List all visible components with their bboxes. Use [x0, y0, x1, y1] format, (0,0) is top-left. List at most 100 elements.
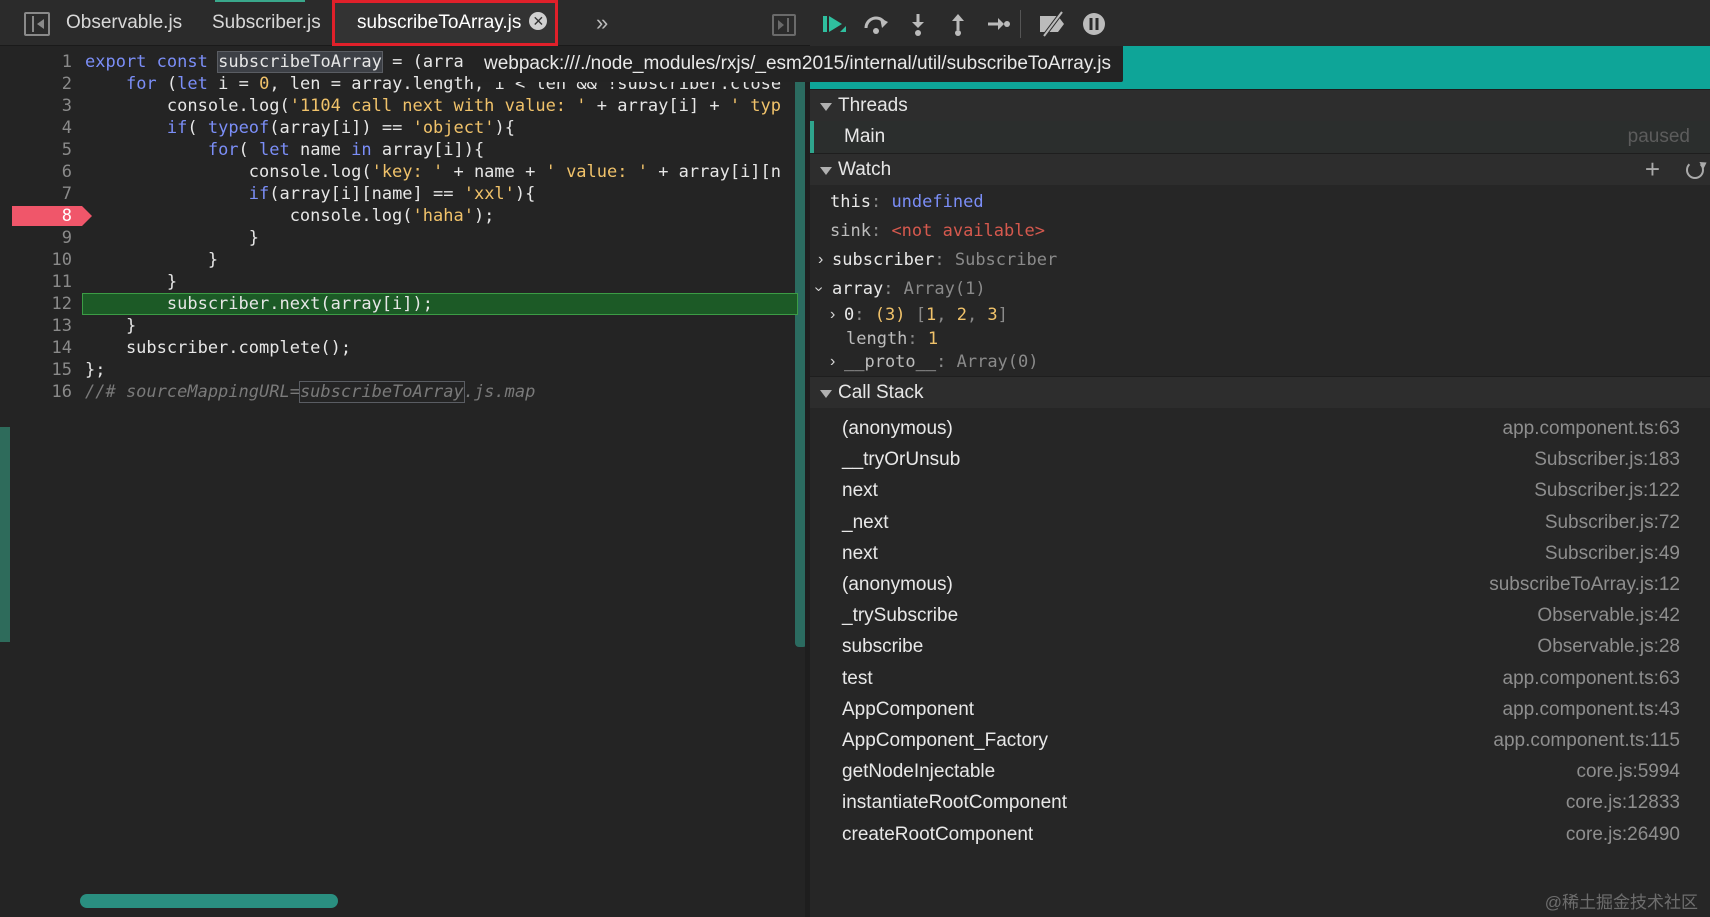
watermark: @稀土掘金技术社区	[1544, 893, 1698, 912]
call-stack-frame[interactable]: _next Subscriber.js:72	[810, 506, 1710, 540]
code-editor[interactable]: 1 export const subscribeToArray = (arra 2…	[0, 47, 805, 917]
line-number: 7	[61, 184, 72, 204]
resume-icon[interactable]	[820, 10, 848, 38]
watch-item[interactable]: sink: <not available>	[810, 216, 1710, 246]
watch-key: subscriber	[832, 250, 935, 270]
frame-function-name: AppComponent_Factory	[842, 730, 1048, 751]
code-line: 10 }	[0, 249, 805, 271]
frame-location: Observable.js:28	[1537, 636, 1680, 657]
line-number: 2	[61, 74, 72, 94]
expand-chevron-icon[interactable]: ›	[830, 347, 835, 377]
watch-key: 0	[844, 305, 855, 325]
thread-status: paused	[1627, 126, 1690, 147]
array-element: 1	[925, 305, 937, 325]
line-number: 13	[51, 316, 72, 336]
toggle-debugger-panel-icon[interactable]	[772, 14, 796, 36]
deactivate-breakpoints-icon[interactable]	[1036, 10, 1070, 38]
threads-title: Threads	[838, 95, 908, 116]
code-line: 15};	[0, 359, 805, 381]
frame-location: app.component.ts:115	[1493, 730, 1680, 751]
code-line: 7 if(array[i][name] == 'xxl'){	[0, 183, 805, 205]
frame-function-name: _next	[842, 512, 889, 533]
watch-child-item[interactable]: › __proto__: Array(0)	[810, 347, 1710, 377]
watch-value: Array(0)	[956, 352, 1039, 372]
step-in-icon[interactable]	[904, 10, 932, 38]
add-watch-icon[interactable]: +	[1645, 154, 1660, 184]
watch-value: Array(1)	[903, 279, 986, 299]
toolbar-divider	[1020, 10, 1021, 38]
tab-label: Subscriber.js	[212, 12, 321, 33]
line-number: 9	[61, 228, 72, 248]
call-stack-frame[interactable]: test app.component.ts:63	[810, 662, 1710, 696]
toggle-navigator-icon[interactable]	[24, 12, 50, 36]
code-line: 13 }	[0, 315, 805, 337]
line-number: 12	[51, 294, 72, 314]
watch-key: length	[846, 329, 908, 349]
watch-title: Watch	[838, 159, 892, 180]
frame-location: app.component.ts:63	[1502, 668, 1680, 689]
watch-item[interactable]: this: undefined	[810, 187, 1710, 217]
expanded-chevron-icon[interactable]: ›	[810, 286, 834, 291]
tab-observable-js[interactable]: Observable.js	[66, 0, 182, 46]
watch-key: __proto__	[844, 352, 937, 372]
watch-header[interactable]: Watch +	[810, 153, 1710, 185]
step-icon[interactable]	[984, 10, 1012, 38]
watch-value: <not available>	[891, 221, 1045, 241]
call-stack-frame[interactable]: AppComponent app.component.ts:43	[810, 693, 1710, 727]
watch-item-expandable[interactable]: › subscriber: Subscriber	[810, 245, 1710, 275]
tab-label: subscribeToArray.js	[357, 12, 522, 33]
call-stack-frame[interactable]: (anonymous) app.component.ts:63	[810, 412, 1710, 446]
call-stack-frame[interactable]: __tryOrUnsub Subscriber.js:183	[810, 443, 1710, 477]
debugger-toolbar	[810, 0, 1710, 46]
tab-subscriber-js[interactable]: Subscriber.js	[212, 0, 321, 46]
call-stack-frame[interactable]: instantiateRootComponent core.js:12833	[810, 786, 1710, 820]
step-out-icon[interactable]	[944, 10, 972, 38]
call-stack-frame[interactable]: next Subscriber.js:49	[810, 537, 1710, 571]
call-stack-title: Call Stack	[838, 382, 924, 403]
tab-subscribetoarray-js[interactable]: subscribeToArray.js ✕	[332, 0, 559, 46]
watch-key: this	[830, 192, 871, 212]
thread-name: Main	[844, 126, 886, 147]
more-tabs-chevron-icon[interactable]: »	[596, 10, 608, 36]
line-number: 11	[51, 272, 72, 292]
call-stack-frame[interactable]: subscribe Observable.js:28	[810, 630, 1710, 664]
frame-function-name: next	[842, 543, 878, 564]
collapse-triangle-icon	[820, 390, 832, 398]
frame-location: Subscriber.js:49	[1544, 543, 1680, 564]
thread-item-main[interactable]: Main paused	[810, 121, 1710, 153]
call-stack-frame[interactable]: createRootComponent core.js:26490	[810, 818, 1710, 852]
code-line: 5 for( let name in array[i]){	[0, 139, 805, 161]
frame-function-name: (anonymous)	[842, 418, 953, 439]
code-line: 14 subscriber.complete();	[0, 337, 805, 359]
threads-header[interactable]: Threads	[810, 89, 1710, 121]
call-stack-header[interactable]: Call Stack	[810, 376, 1710, 408]
line-number: 3	[61, 96, 72, 116]
call-stack-frame[interactable]: getNodeInjectable core.js:5994	[810, 755, 1710, 789]
expand-chevron-icon[interactable]: ›	[818, 245, 823, 275]
step-over-icon[interactable]	[862, 10, 890, 38]
pause-on-exceptions-icon[interactable]	[1080, 10, 1108, 38]
refresh-watch-icon[interactable]	[1686, 161, 1704, 179]
watch-value: Subscriber	[954, 250, 1058, 270]
call-stack-frame[interactable]: (anonymous) subscribeToArray.js:12	[810, 568, 1710, 602]
line-number: 10	[51, 250, 72, 270]
frame-function-name: _trySubscribe	[842, 605, 959, 626]
debugger-sidebar: Threads Main paused Watch + this: undefi…	[810, 89, 1710, 917]
code-line: 3 console.log('1104 call next with value…	[0, 95, 805, 117]
close-tab-icon[interactable]: ✕	[529, 11, 548, 30]
frame-location: core.js:26490	[1565, 824, 1680, 845]
line-number: 16	[51, 382, 72, 402]
watch-value: 1	[927, 329, 939, 349]
editor-horizontal-scrollbar[interactable]	[80, 894, 338, 908]
call-stack-frame[interactable]: next Subscriber.js:122	[810, 474, 1710, 508]
call-stack-frame[interactable]: AppComponent_Factory app.component.ts:115	[810, 724, 1710, 758]
frame-function-name: subscribe	[842, 636, 924, 657]
code-line: 6 console.log('key: ' + name + ' value: …	[0, 161, 805, 183]
line-number: 15	[51, 360, 72, 380]
editor-tab-bar: Observable.js Subscriber.js subscribeToA…	[0, 0, 810, 46]
file-path-tooltip: webpack:///./node_modules/rxjs/_esm2015/…	[470, 46, 1123, 82]
tab-label: Observable.js	[66, 12, 183, 33]
line-number: 8	[61, 206, 72, 226]
watch-key: sink	[830, 221, 871, 241]
call-stack-frame[interactable]: _trySubscribe Observable.js:42	[810, 599, 1710, 633]
